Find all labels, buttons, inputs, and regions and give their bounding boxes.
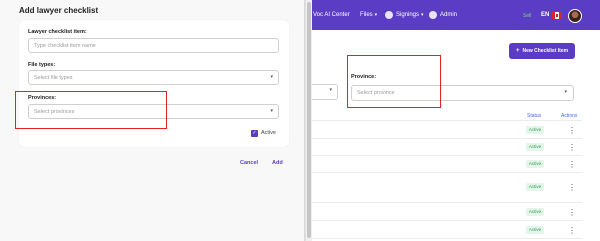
scrollbar[interactable]	[305, 0, 312, 241]
chevron-down-icon: ▾	[270, 74, 273, 80]
more-vert-icon[interactable]: ⋮	[568, 161, 576, 169]
chevron-down-icon: ▾	[329, 87, 332, 93]
status-badge: Active	[526, 226, 544, 234]
more-vert-icon[interactable]: ⋮	[568, 227, 576, 235]
admin-icon	[429, 11, 437, 19]
scrollbar-thumb[interactable]	[307, 2, 311, 238]
status-badge: Active	[526, 183, 544, 191]
gear-icon	[385, 11, 393, 19]
file-types-select[interactable]: Select file types ▾	[28, 70, 279, 85]
nav-signings[interactable]: Signings ▾	[396, 0, 424, 30]
nav-signings-label: Signings	[396, 12, 420, 18]
actions-column-header: Actions	[561, 113, 578, 119]
chevron-down-icon: ▾	[421, 12, 424, 18]
active-checkbox-label: Active	[261, 130, 276, 136]
nav-voc-ai-center-label: Voc AI Center	[313, 12, 350, 18]
more-vert-icon[interactable]: ⋮	[568, 209, 576, 217]
checklist-item-input[interactable]: Type checklist item name	[28, 38, 279, 53]
modal-title: Add lawyer checklist	[19, 6, 99, 15]
avatar[interactable]	[568, 9, 582, 23]
highlight-box	[15, 91, 167, 129]
modal-overlay: Add lawyer checklist Lawyer checklist it…	[0, 0, 312, 241]
status-badge: Active	[526, 160, 544, 168]
status-badge: Active	[526, 126, 544, 134]
new-checklist-item-button[interactable]: + New Checklist Item	[509, 43, 575, 59]
table-header: Status Actions	[312, 111, 582, 121]
status-badge: Active	[526, 208, 544, 216]
chevron-down-icon: ▾	[374, 12, 378, 18]
more-vert-icon[interactable]: ⋮	[568, 127, 576, 135]
filter-select-partial[interactable]: ▾	[312, 84, 338, 100]
add-button[interactable]: Add	[272, 160, 283, 166]
check-icon: ✓	[252, 130, 257, 136]
cancel-button[interactable]: Cancel	[240, 160, 258, 166]
chevron-down-icon: ▾	[270, 108, 273, 114]
more-vert-icon[interactable]: ⋮	[568, 184, 576, 192]
language-selector[interactable]: EN	[541, 0, 549, 30]
status-column-header: Status	[527, 113, 542, 119]
add-lawyer-checklist-panel: Add lawyer checklist Lawyer checklist it…	[0, 0, 305, 241]
plus-icon: +	[515, 48, 520, 54]
nav-admin-label: Admin	[440, 12, 458, 18]
nav-voc-ai-center[interactable]: Voc AI Center	[313, 0, 350, 30]
status-indicator: Sell	[523, 13, 532, 19]
nav-admin[interactable]: Admin	[440, 0, 457, 30]
more-vert-icon[interactable]: ⋮	[568, 144, 576, 152]
chevron-down-icon: ▾	[564, 89, 567, 95]
checklist-item-placeholder: Type checklist item name	[34, 43, 96, 49]
nav-files[interactable]: Files ▾	[360, 0, 377, 30]
flag-canada-icon[interactable]	[552, 12, 562, 19]
checklist-item-label: Lawyer checklist item:	[28, 29, 87, 35]
file-types-label: File types:	[28, 62, 56, 68]
nav-files-label: Files	[360, 12, 373, 18]
file-types-placeholder: Select file types	[34, 75, 73, 81]
status-badge: Active	[526, 143, 544, 151]
active-checkbox[interactable]: ✓	[251, 130, 258, 137]
highlight-box	[347, 55, 441, 108]
new-checklist-item-label: New Checklist Item	[522, 48, 569, 54]
